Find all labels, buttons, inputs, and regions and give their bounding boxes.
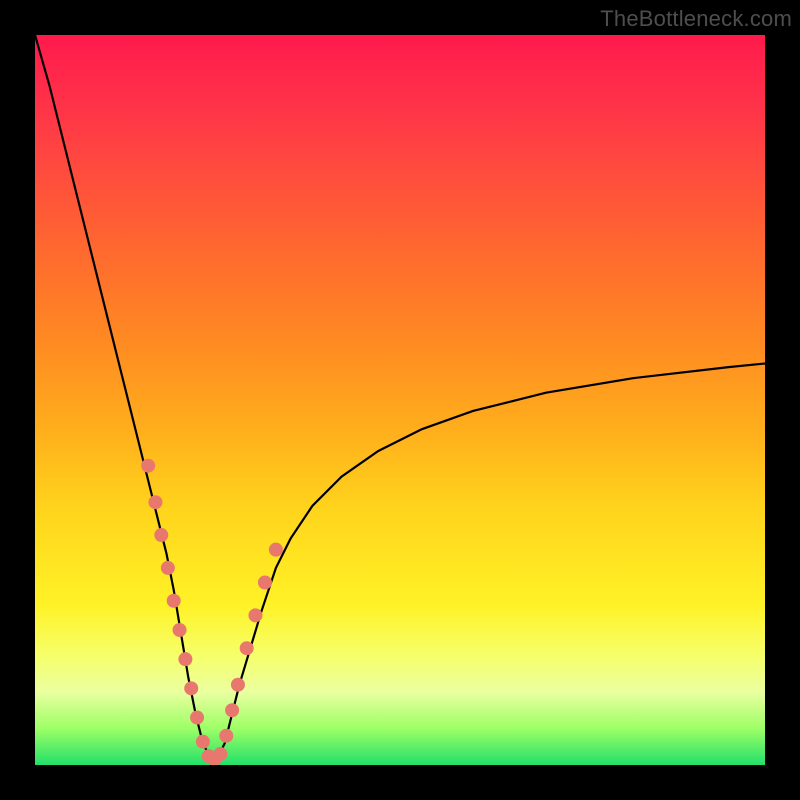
highlight-dot (141, 459, 155, 473)
bottleneck-curve (35, 35, 765, 758)
highlight-dot (184, 681, 198, 695)
plot-area (35, 35, 765, 765)
watermark-text: TheBottleneck.com (600, 6, 792, 32)
highlight-dot (190, 711, 204, 725)
highlight-dot (213, 747, 227, 761)
highlight-dot (167, 594, 181, 608)
highlight-dot (269, 543, 283, 557)
highlight-dot (258, 576, 272, 590)
highlight-dot (219, 729, 233, 743)
highlight-dot (225, 703, 239, 717)
chart-stage: TheBottleneck.com (0, 0, 800, 800)
highlight-dot (173, 623, 187, 637)
highlight-dot (196, 735, 210, 749)
highlight-dot (240, 641, 254, 655)
highlight-dot (231, 678, 245, 692)
highlight-dot (178, 652, 192, 666)
highlight-dot (248, 608, 262, 622)
highlight-dot (161, 561, 175, 575)
highlight-dot (148, 495, 162, 509)
highlight-dot (154, 528, 168, 542)
curve-svg (35, 35, 765, 765)
